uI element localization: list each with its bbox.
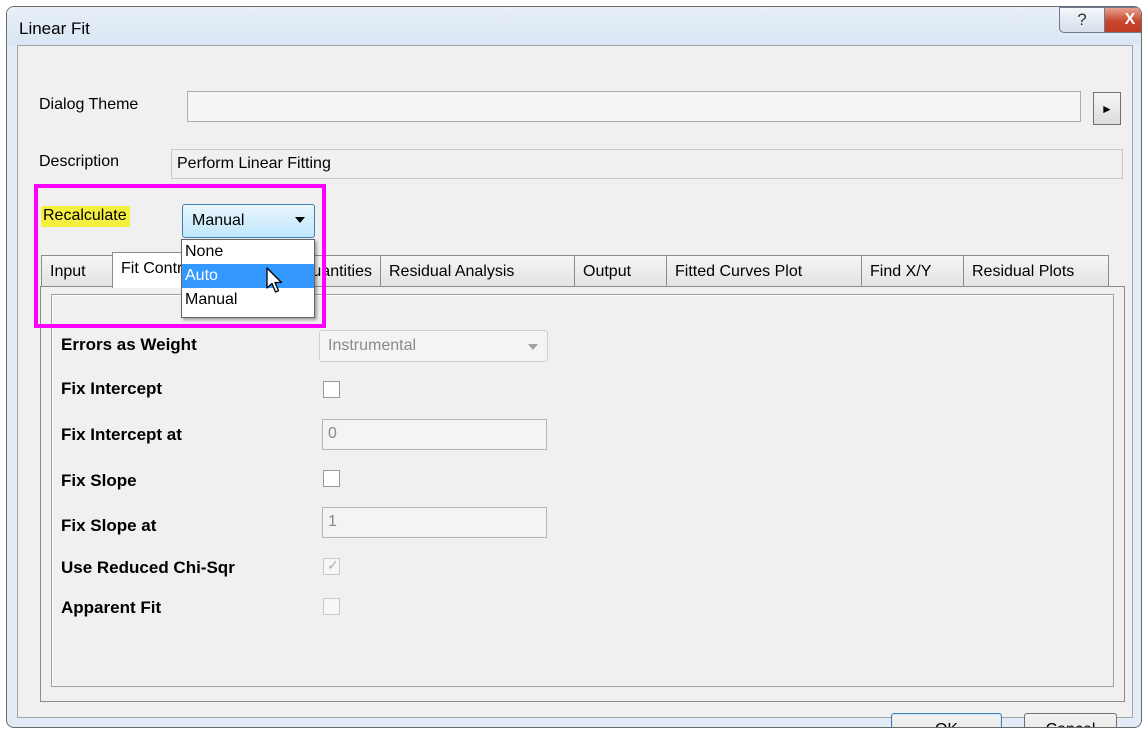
cancel-button[interactable]: Cancel [1024, 713, 1117, 727]
tab-fitted-curves-plot[interactable]: Fitted Curves Plot [666, 255, 862, 287]
linear-fit-dialog: Linear Fit ? X Dialog Theme ► Descriptio… [6, 6, 1142, 728]
fix-intercept-label: Fix Intercept [61, 379, 163, 398]
dialog-body: Dialog Theme ► Description Perform Linea… [17, 45, 1133, 727]
tab-residual-plots[interactable]: Residual Plots [963, 255, 1109, 287]
tab-input[interactable]: Input [41, 255, 113, 287]
errors-as-weight-value: Instrumental [328, 337, 417, 354]
chevron-down-icon [528, 344, 538, 350]
tab-find-xy[interactable]: Find X/Y [861, 255, 964, 287]
recalculate-dropdown-list: None Auto Manual [181, 239, 315, 318]
question-icon: ? [1077, 10, 1087, 29]
ok-button[interactable]: OK [891, 713, 1002, 727]
recalculate-option-manual[interactable]: Manual [182, 288, 314, 312]
fit-control-panel [40, 286, 1125, 702]
close-icon: X [1124, 11, 1136, 28]
fix-slope-checkbox[interactable] [323, 470, 340, 487]
errors-as-weight-label: Errors as Weight [61, 335, 197, 354]
recalculate-combo[interactable]: Manual [182, 204, 315, 238]
fix-intercept-at-label: Fix Intercept at [61, 425, 182, 444]
fix-intercept-at-field[interactable]: 0 [322, 419, 547, 450]
recalculate-selected-value: Manual [192, 212, 245, 229]
fix-slope-at-field[interactable]: 1 [322, 507, 547, 538]
apparent-fit-checkbox[interactable] [323, 598, 340, 615]
tab-residual-analysis[interactable]: Residual Analysis [380, 255, 575, 287]
recalculate-option-auto[interactable]: Auto [182, 264, 314, 288]
fit-control-group [51, 294, 1114, 687]
fix-slope-at-label: Fix Slope at [61, 516, 157, 535]
tab-output[interactable]: Output [574, 255, 667, 287]
mouse-pointer-icon [266, 267, 283, 293]
recalculate-option-none[interactable]: None [182, 240, 314, 264]
fix-intercept-checkbox[interactable] [323, 381, 340, 398]
dialog-theme-field[interactable] [187, 91, 1081, 122]
checkmark-icon: ✓ [327, 557, 339, 573]
apparent-fit-label: Apparent Fit [61, 598, 162, 617]
close-button[interactable]: X [1104, 7, 1141, 33]
chevron-down-icon [295, 217, 305, 223]
title-bar[interactable]: Linear Fit ? X [7, 7, 1141, 45]
help-button[interactable]: ? [1059, 7, 1105, 33]
window-title: Linear Fit [19, 19, 90, 38]
use-reduced-chi-sqr-label: Use Reduced Chi-Sqr [61, 558, 235, 577]
play-arrow-icon: ► [1101, 101, 1113, 116]
recalculate-label: Recalculate [41, 206, 130, 227]
fix-slope-label: Fix Slope [61, 471, 137, 490]
description-field: Perform Linear Fitting [171, 149, 1123, 179]
errors-as-weight-combo[interactable]: Instrumental [319, 330, 548, 362]
description-label: Description [39, 153, 120, 170]
dialog-theme-label: Dialog Theme [39, 96, 139, 113]
use-reduced-chi-sqr-checkbox[interactable]: ✓ [323, 557, 340, 575]
theme-menu-button[interactable]: ► [1093, 92, 1121, 125]
